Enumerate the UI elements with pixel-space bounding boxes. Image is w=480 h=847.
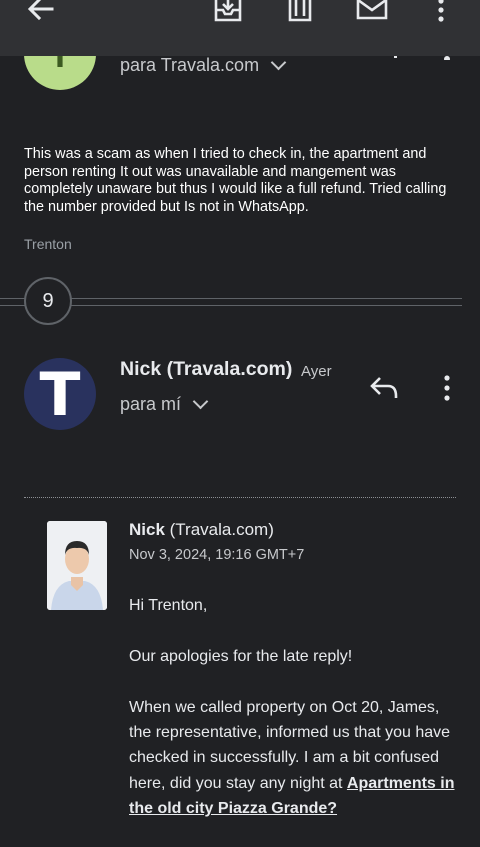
- reply-icon[interactable]: [368, 374, 400, 402]
- archive-icon[interactable]: [212, 0, 244, 24]
- person-photo-icon: [47, 521, 107, 610]
- quoted-sender-rest: (Travala.com): [164, 520, 274, 539]
- collapsed-messages-count[interactable]: 9: [24, 277, 72, 325]
- sender-avatar[interactable]: T: [24, 358, 96, 430]
- chevron-down-icon[interactable]: [192, 393, 209, 410]
- previous-recipients[interactable]: para Travala.com: [120, 54, 287, 76]
- previous-message-signature: Trenton: [24, 236, 72, 252]
- quoted-divider: [24, 497, 456, 498]
- more-vert-icon[interactable]: [442, 373, 452, 403]
- chevron-down-icon[interactable]: [270, 54, 287, 71]
- recipients-label: para mí: [120, 394, 182, 414]
- recipients-toggle[interactable]: para mí: [120, 393, 209, 415]
- quoted-date: Nov 3, 2024, 19:16 GMT+7: [129, 547, 305, 563]
- quoted-greeting: Hi Trenton,: [129, 597, 208, 614]
- quoted-sender: Nick (Travala.com): [129, 520, 274, 540]
- quoted-body: Hi Trenton, Our apologies for the late r…: [129, 593, 459, 847]
- previous-message-body: This was a scam as when I tried to check…: [24, 146, 447, 215]
- more-vert-icon[interactable]: [436, 0, 446, 24]
- sender-avatar-letter: T: [39, 360, 81, 430]
- delete-icon[interactable]: [285, 0, 315, 24]
- quoted-sender-photo: [47, 521, 107, 610]
- quoted-apology: Our apologies for the late reply!: [129, 647, 353, 665]
- quoted-paragraph: When we called property on Oct 20, James…: [129, 695, 459, 822]
- mark-unread-icon[interactable]: [355, 0, 389, 22]
- previous-recipients-label: para Travala.com: [120, 55, 260, 75]
- back-arrow-icon[interactable]: [24, 0, 56, 24]
- top-app-bar: [0, 0, 480, 56]
- quoted-sender-first: Nick: [129, 520, 165, 539]
- sender-name[interactable]: Nick (Travala.com): [120, 358, 292, 381]
- message-date: Ayer: [301, 363, 332, 380]
